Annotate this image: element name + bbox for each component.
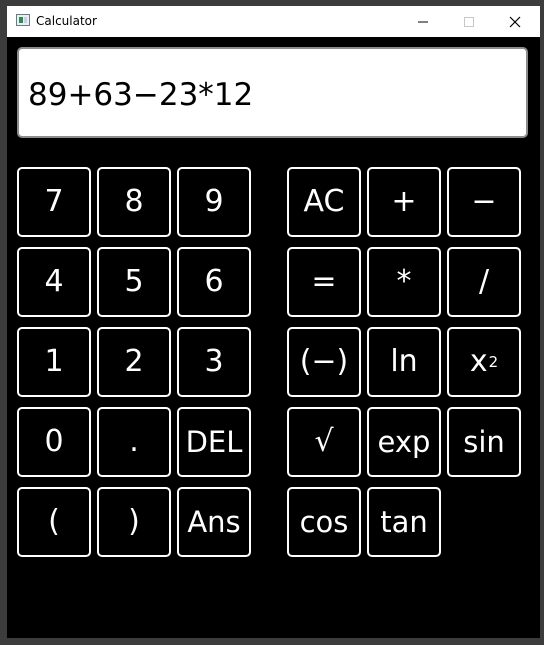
key-right-paren[interactable]: ) bbox=[97, 487, 171, 557]
key-plus[interactable]: + bbox=[367, 167, 441, 237]
minimize-icon bbox=[418, 21, 428, 22]
key-left-paren[interactable]: ( bbox=[17, 487, 91, 557]
maximize-icon bbox=[464, 16, 474, 27]
app-icon bbox=[16, 14, 30, 26]
key-5[interactable]: 5 bbox=[97, 247, 171, 317]
key-7[interactable]: 7 bbox=[17, 167, 91, 237]
minimize-button[interactable] bbox=[400, 6, 446, 37]
key-1[interactable]: 1 bbox=[17, 327, 91, 397]
expression-display[interactable]: 89+63−23*12 bbox=[17, 47, 528, 138]
key-3[interactable]: 3 bbox=[177, 327, 251, 397]
key-4[interactable]: 4 bbox=[17, 247, 91, 317]
key-6[interactable]: 6 bbox=[177, 247, 251, 317]
key-delete[interactable]: DEL bbox=[177, 407, 251, 477]
title-bar[interactable]: Calculator bbox=[7, 6, 540, 37]
key-0[interactable]: 0 bbox=[17, 407, 91, 477]
key-multiply[interactable]: * bbox=[367, 247, 441, 317]
key-equals[interactable]: = bbox=[287, 247, 361, 317]
key-answer[interactable]: Ans bbox=[177, 487, 251, 557]
key-2[interactable]: 2 bbox=[97, 327, 171, 397]
key-tan[interactable]: tan bbox=[367, 487, 441, 557]
key-square-exponent: 2 bbox=[488, 352, 499, 371]
key-divide[interactable]: / bbox=[447, 247, 521, 317]
close-icon bbox=[509, 16, 521, 27]
key-decimal-point[interactable]: . bbox=[97, 407, 171, 477]
close-button[interactable] bbox=[492, 6, 538, 37]
maximize-button[interactable] bbox=[446, 6, 492, 37]
key-ln[interactable]: ln bbox=[367, 327, 441, 397]
key-sin[interactable]: sin bbox=[447, 407, 521, 477]
key-square[interactable]: x2 bbox=[447, 327, 521, 397]
key-sqrt[interactable]: √ bbox=[287, 407, 361, 477]
key-8[interactable]: 8 bbox=[97, 167, 171, 237]
calculator-window: Calculator 89+63−23*12 7 8 9 AC + − 4 5 … bbox=[7, 6, 540, 638]
key-minus[interactable]: − bbox=[447, 167, 521, 237]
expression-text: 89+63−23*12 bbox=[28, 77, 254, 113]
key-all-clear[interactable]: AC bbox=[287, 167, 361, 237]
window-title: Calculator bbox=[36, 14, 97, 28]
key-cos[interactable]: cos bbox=[287, 487, 361, 557]
key-negate[interactable]: (−) bbox=[287, 327, 361, 397]
key-square-base: x bbox=[469, 344, 488, 379]
key-9[interactable]: 9 bbox=[177, 167, 251, 237]
key-exp[interactable]: exp bbox=[367, 407, 441, 477]
